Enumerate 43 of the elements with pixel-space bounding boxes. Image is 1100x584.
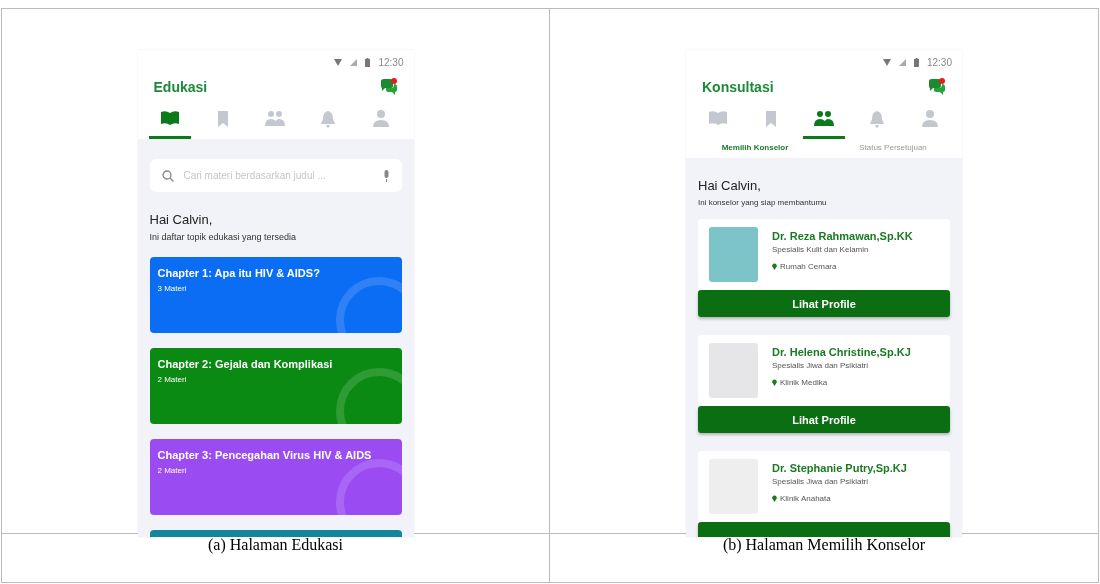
specialty-text: Spesialis Jiwa dan Psikiatri <box>772 361 870 370</box>
sub-tab[interactable]: Memilih Konselor <box>686 139 824 158</box>
chapter-card[interactable]: Chapter 2: Gejala dan Komplikasi 2 Materi <box>149 348 402 424</box>
photo-placeholder <box>709 227 758 282</box>
location-pin-icon <box>772 263 777 270</box>
microphone-icon[interactable] <box>382 169 390 182</box>
counselor-name: Dr. Reza Rahmawan,Sp.KK <box>772 230 913 242</box>
photo-placeholder <box>709 343 758 398</box>
location-text: Rumah Cemara <box>780 262 837 271</box>
counselor-name: Dr. Stephanie Putry,Sp.KJ <box>772 462 907 474</box>
status-time: 12:30 <box>926 56 952 68</box>
chapter-card[interactable]: Chapter 1: Apa itu HIV & AIDS? 3 Materi <box>149 257 402 333</box>
greeting-text: Hai Calvin, <box>149 212 214 227</box>
page-title: Konsultasi <box>702 79 774 95</box>
signal-icon <box>898 58 906 66</box>
battery-icon <box>913 57 919 67</box>
location-pin-icon <box>772 495 777 502</box>
counselor-name: Dr. Helena Christine,Sp.KJ <box>772 346 911 358</box>
wifi-icon <box>334 58 343 66</box>
specialty-text: Spesialis Kulit dan Kelamin <box>772 245 870 254</box>
location-text: Klinik Medika <box>780 378 828 387</box>
location-text: Klinik Anahata <box>780 494 831 503</box>
chat-icon[interactable] <box>928 78 946 96</box>
page-title: Edukasi <box>153 79 208 95</box>
subtitle-text: Ini konselor yang siap membantumu <box>698 198 828 207</box>
signal-icon <box>350 58 358 66</box>
status-time: 12:30 <box>378 56 404 68</box>
view-profile-button[interactable]: Lihat Profile <box>698 290 950 317</box>
specialty-text: Spesialis Jiwa dan Psikiatri <box>772 477 870 486</box>
search-field[interactable]: Cari materi berdasarkan judul ... <box>181 169 375 182</box>
sub-tab[interactable]: Status Persetujuan <box>824 139 962 158</box>
greeting-text: Hai Calvin, <box>698 178 762 193</box>
location-pin-icon <box>772 379 777 386</box>
view-profile-button[interactable]: Lihat Profile <box>698 406 950 433</box>
subtitle-text: Ini daftar topik edukasi yang tersedia <box>149 232 298 242</box>
chat-icon[interactable] <box>379 78 398 96</box>
figure-caption: (a) Halaman Edukasi <box>2 534 550 582</box>
battery-icon <box>365 57 371 67</box>
figure-caption: (b) Halaman Memilih Konselor <box>721 535 927 556</box>
search-bar[interactable]: Cari materi berdasarkan judul ... <box>149 159 402 192</box>
search-icon <box>161 169 174 182</box>
chapter-card[interactable]: Chapter 3: Pencegahan Virus HIV & AIDS 2 Materi <box>149 439 402 515</box>
wifi-icon <box>882 58 891 66</box>
